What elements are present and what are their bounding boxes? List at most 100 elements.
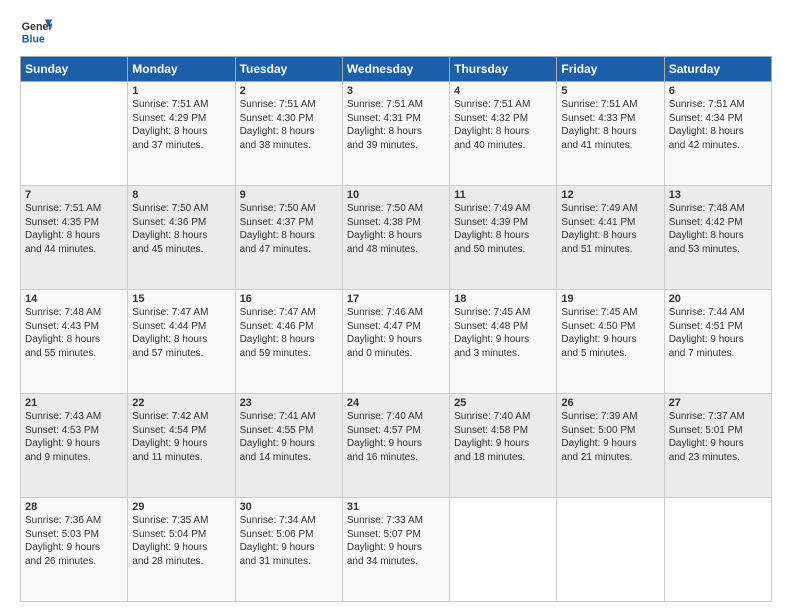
- day-number: 24: [347, 397, 445, 409]
- logo-icon: General Blue: [20, 16, 52, 48]
- day-number: 18: [454, 293, 552, 305]
- calendar-cell: 27Sunrise: 7:37 AMSunset: 5:01 PMDayligh…: [664, 394, 771, 498]
- week-row-3: 14Sunrise: 7:48 AMSunset: 4:43 PMDayligh…: [21, 290, 772, 394]
- day-info: Sunrise: 7:47 AMSunset: 4:46 PMDaylight:…: [240, 306, 338, 360]
- day-info: Sunrise: 7:37 AMSunset: 5:01 PMDaylight:…: [669, 410, 767, 464]
- day-number: 6: [669, 85, 767, 97]
- day-number: 25: [454, 397, 552, 409]
- day-number: 19: [561, 293, 659, 305]
- day-info: Sunrise: 7:43 AMSunset: 4:53 PMDaylight:…: [25, 410, 123, 464]
- day-info: Sunrise: 7:48 AMSunset: 4:42 PMDaylight:…: [669, 202, 767, 256]
- calendar-cell: [21, 82, 128, 186]
- calendar-cell: 1Sunrise: 7:51 AMSunset: 4:29 PMDaylight…: [128, 82, 235, 186]
- day-info: Sunrise: 7:51 AMSunset: 4:35 PMDaylight:…: [25, 202, 123, 256]
- weekday-header-thursday: Thursday: [450, 57, 557, 82]
- day-number: 7: [25, 189, 123, 201]
- day-number: 9: [240, 189, 338, 201]
- day-number: 31: [347, 501, 445, 513]
- day-number: 22: [132, 397, 230, 409]
- week-row-2: 7Sunrise: 7:51 AMSunset: 4:35 PMDaylight…: [21, 186, 772, 290]
- svg-text:Blue: Blue: [22, 34, 45, 46]
- calendar-cell: 29Sunrise: 7:35 AMSunset: 5:04 PMDayligh…: [128, 498, 235, 602]
- day-number: 27: [669, 397, 767, 409]
- day-info: Sunrise: 7:35 AMSunset: 5:04 PMDaylight:…: [132, 514, 230, 568]
- day-number: 15: [132, 293, 230, 305]
- calendar-cell: 11Sunrise: 7:49 AMSunset: 4:39 PMDayligh…: [450, 186, 557, 290]
- page: General Blue SundayMondayTuesdayWednesda…: [0, 0, 792, 612]
- day-info: Sunrise: 7:51 AMSunset: 4:31 PMDaylight:…: [347, 98, 445, 152]
- calendar-cell: 24Sunrise: 7:40 AMSunset: 4:57 PMDayligh…: [342, 394, 449, 498]
- calendar-cell: 23Sunrise: 7:41 AMSunset: 4:55 PMDayligh…: [235, 394, 342, 498]
- calendar-cell: [664, 498, 771, 602]
- day-number: 11: [454, 189, 552, 201]
- calendar-cell: 30Sunrise: 7:34 AMSunset: 5:06 PMDayligh…: [235, 498, 342, 602]
- day-info: Sunrise: 7:41 AMSunset: 4:55 PMDaylight:…: [240, 410, 338, 464]
- day-number: 16: [240, 293, 338, 305]
- calendar-cell: 20Sunrise: 7:44 AMSunset: 4:51 PMDayligh…: [664, 290, 771, 394]
- calendar-cell: 19Sunrise: 7:45 AMSunset: 4:50 PMDayligh…: [557, 290, 664, 394]
- week-row-1: 1Sunrise: 7:51 AMSunset: 4:29 PMDaylight…: [21, 82, 772, 186]
- calendar-cell: 9Sunrise: 7:50 AMSunset: 4:37 PMDaylight…: [235, 186, 342, 290]
- day-info: Sunrise: 7:40 AMSunset: 4:57 PMDaylight:…: [347, 410, 445, 464]
- weekday-header-wednesday: Wednesday: [342, 57, 449, 82]
- day-number: 10: [347, 189, 445, 201]
- day-info: Sunrise: 7:50 AMSunset: 4:36 PMDaylight:…: [132, 202, 230, 256]
- day-info: Sunrise: 7:36 AMSunset: 5:03 PMDaylight:…: [25, 514, 123, 568]
- calendar-cell: 3Sunrise: 7:51 AMSunset: 4:31 PMDaylight…: [342, 82, 449, 186]
- day-info: Sunrise: 7:51 AMSunset: 4:29 PMDaylight:…: [132, 98, 230, 152]
- weekday-header-tuesday: Tuesday: [235, 57, 342, 82]
- day-number: 29: [132, 501, 230, 513]
- calendar-header: SundayMondayTuesdayWednesdayThursdayFrid…: [21, 57, 772, 82]
- day-number: 28: [25, 501, 123, 513]
- calendar-cell: [450, 498, 557, 602]
- calendar-cell: 31Sunrise: 7:33 AMSunset: 5:07 PMDayligh…: [342, 498, 449, 602]
- day-number: 2: [240, 85, 338, 97]
- day-info: Sunrise: 7:51 AMSunset: 4:30 PMDaylight:…: [240, 98, 338, 152]
- day-info: Sunrise: 7:48 AMSunset: 4:43 PMDaylight:…: [25, 306, 123, 360]
- calendar-cell: 21Sunrise: 7:43 AMSunset: 4:53 PMDayligh…: [21, 394, 128, 498]
- calendar-cell: 26Sunrise: 7:39 AMSunset: 5:00 PMDayligh…: [557, 394, 664, 498]
- calendar-table: SundayMondayTuesdayWednesdayThursdayFrid…: [20, 56, 772, 602]
- day-number: 14: [25, 293, 123, 305]
- calendar-cell: [557, 498, 664, 602]
- day-info: Sunrise: 7:49 AMSunset: 4:41 PMDaylight:…: [561, 202, 659, 256]
- day-info: Sunrise: 7:33 AMSunset: 5:07 PMDaylight:…: [347, 514, 445, 568]
- calendar-cell: 8Sunrise: 7:50 AMSunset: 4:36 PMDaylight…: [128, 186, 235, 290]
- day-info: Sunrise: 7:49 AMSunset: 4:39 PMDaylight:…: [454, 202, 552, 256]
- calendar-cell: 18Sunrise: 7:45 AMSunset: 4:48 PMDayligh…: [450, 290, 557, 394]
- day-info: Sunrise: 7:39 AMSunset: 5:00 PMDaylight:…: [561, 410, 659, 464]
- day-info: Sunrise: 7:50 AMSunset: 4:37 PMDaylight:…: [240, 202, 338, 256]
- calendar-cell: 17Sunrise: 7:46 AMSunset: 4:47 PMDayligh…: [342, 290, 449, 394]
- calendar-cell: 25Sunrise: 7:40 AMSunset: 4:58 PMDayligh…: [450, 394, 557, 498]
- day-info: Sunrise: 7:50 AMSunset: 4:38 PMDaylight:…: [347, 202, 445, 256]
- day-info: Sunrise: 7:45 AMSunset: 4:48 PMDaylight:…: [454, 306, 552, 360]
- day-number: 21: [25, 397, 123, 409]
- day-number: 12: [561, 189, 659, 201]
- calendar-cell: 16Sunrise: 7:47 AMSunset: 4:46 PMDayligh…: [235, 290, 342, 394]
- day-number: 26: [561, 397, 659, 409]
- day-info: Sunrise: 7:51 AMSunset: 4:33 PMDaylight:…: [561, 98, 659, 152]
- day-number: 4: [454, 85, 552, 97]
- day-number: 23: [240, 397, 338, 409]
- calendar-cell: 22Sunrise: 7:42 AMSunset: 4:54 PMDayligh…: [128, 394, 235, 498]
- calendar-cell: 12Sunrise: 7:49 AMSunset: 4:41 PMDayligh…: [557, 186, 664, 290]
- calendar-cell: 13Sunrise: 7:48 AMSunset: 4:42 PMDayligh…: [664, 186, 771, 290]
- weekday-header-saturday: Saturday: [664, 57, 771, 82]
- day-number: 3: [347, 85, 445, 97]
- calendar-cell: 14Sunrise: 7:48 AMSunset: 4:43 PMDayligh…: [21, 290, 128, 394]
- weekday-header-monday: Monday: [128, 57, 235, 82]
- calendar-body: 1Sunrise: 7:51 AMSunset: 4:29 PMDaylight…: [21, 82, 772, 602]
- day-number: 13: [669, 189, 767, 201]
- weekday-header-sunday: Sunday: [21, 57, 128, 82]
- calendar-cell: 5Sunrise: 7:51 AMSunset: 4:33 PMDaylight…: [557, 82, 664, 186]
- day-info: Sunrise: 7:34 AMSunset: 5:06 PMDaylight:…: [240, 514, 338, 568]
- calendar-cell: 28Sunrise: 7:36 AMSunset: 5:03 PMDayligh…: [21, 498, 128, 602]
- day-info: Sunrise: 7:40 AMSunset: 4:58 PMDaylight:…: [454, 410, 552, 464]
- weekday-header-row: SundayMondayTuesdayWednesdayThursdayFrid…: [21, 57, 772, 82]
- calendar-cell: 7Sunrise: 7:51 AMSunset: 4:35 PMDaylight…: [21, 186, 128, 290]
- week-row-4: 21Sunrise: 7:43 AMSunset: 4:53 PMDayligh…: [21, 394, 772, 498]
- day-number: 17: [347, 293, 445, 305]
- calendar-cell: 4Sunrise: 7:51 AMSunset: 4:32 PMDaylight…: [450, 82, 557, 186]
- weekday-header-friday: Friday: [557, 57, 664, 82]
- day-info: Sunrise: 7:51 AMSunset: 4:32 PMDaylight:…: [454, 98, 552, 152]
